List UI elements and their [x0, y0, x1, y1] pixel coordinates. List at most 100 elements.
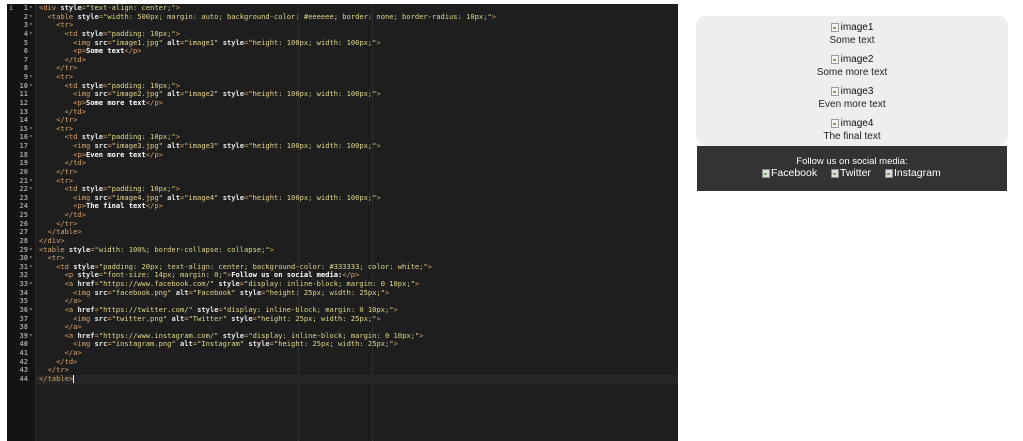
code-line[interactable]: 40 <img src="instagram.png" alt="Instagr…	[19, 339, 678, 349]
code-token: "facebook.png"	[111, 287, 172, 297]
code-token: >	[385, 287, 390, 297]
code-line[interactable]: 41 </a>	[19, 348, 678, 358]
line-number: 44	[19, 373, 28, 383]
item-caption: Some text	[829, 35, 875, 46]
code-token: style	[222, 192, 245, 202]
instagram-alt-text: Instagram	[894, 167, 941, 179]
fold-arrow-icon[interactable]: ▾	[29, 185, 35, 194]
code-token: "image1"	[184, 37, 219, 47]
instagram-link[interactable]: Instagram	[885, 167, 941, 179]
rendered-preview: image1 Some text image2 Some more text i…	[696, 16, 1008, 191]
facebook-link[interactable]: Facebook	[762, 167, 817, 179]
fold-arrow-icon[interactable]: ▾	[29, 82, 35, 91]
code-token: >	[427, 261, 432, 271]
code-line[interactable]: 44 </table>	[19, 373, 678, 384]
code-token: alt	[179, 339, 193, 349]
item-caption: The final text	[823, 131, 881, 142]
code-line[interactable]: 14 </tr>	[19, 115, 678, 125]
code-text: <img src="instagram.png" alt="Instagram"…	[36, 339, 398, 349]
code-line[interactable]: 8 </tr>	[24, 64, 678, 73]
code-token: Some more text	[85, 97, 146, 107]
code-line[interactable]: 27 </table>	[19, 227, 678, 237]
code-token: style	[248, 339, 270, 349]
code-token: "width: 100%; border-collapse: collapse;…	[94, 244, 270, 254]
code-token: </p>	[145, 97, 163, 107]
fold-arrow-icon[interactable]: ▾	[29, 4, 35, 13]
table-row-1: image1 Some text	[696, 22, 1008, 46]
code-line[interactable]: 13 </td>	[19, 107, 678, 117]
code-token: Some text	[85, 46, 125, 56]
code-token: "Instagram"	[197, 339, 245, 349]
fold-arrow-icon[interactable]: ▾	[29, 125, 35, 134]
code-text: <table style="width: 500px; margin: auto…	[36, 12, 496, 21]
code-token: </p>	[145, 149, 163, 159]
image-alt-text: image1	[840, 22, 874, 33]
code-token: >	[393, 304, 398, 314]
code-token: >	[376, 192, 381, 202]
code-line[interactable]: 12 <p>Some more text</p>	[19, 97, 678, 108]
code-line[interactable]: 26 </tr>	[19, 219, 678, 229]
fold-arrow-icon[interactable]: ▾	[29, 332, 35, 341]
social-footer: Follow us on social media: Facebook Twit…	[697, 146, 1007, 191]
code-line[interactable]: 2 ▾ <table style="width: 500px; margin: a…	[24, 12, 678, 22]
fold-arrow-icon[interactable]: ▾	[29, 263, 35, 272]
code-line[interactable]: 34 <img src="facebook.png" alt="Facebook…	[19, 287, 678, 298]
code-token: "width: 500px; margin: auto; background-…	[103, 11, 492, 21]
code-token: "height: 100px; width: 100px;"	[248, 141, 377, 150]
fold-arrow-icon[interactable]: ▾	[29, 73, 35, 82]
text-cursor	[73, 374, 75, 383]
code-token: "height: 25px; width: 25px;"	[265, 287, 386, 297]
info-marker-icon: i	[9, 4, 14, 12]
code-line[interactable]: 37 <img src="twitter.png" alt="Twitter" …	[19, 313, 678, 324]
code-token: "height: 100px; width: 100px;"	[248, 192, 377, 202]
code-token: alt	[167, 89, 180, 99]
item-caption: Even more text	[818, 99, 886, 110]
code-token: "height: 25px; width: 25px;"	[256, 313, 377, 323]
code-token: "height: 100px; width: 100px;"	[248, 37, 377, 47]
code-line[interactable]: 6 <p>Some text</p>	[24, 46, 678, 56]
code-area[interactable]: 1 i ▾ <div style="text-align: center;"> 2 ▾ <…	[9, 4, 678, 441]
code-token: >	[376, 89, 381, 99]
broken-image-icon	[830, 23, 839, 32]
code-token: >	[393, 339, 398, 349]
fold-arrow-icon[interactable]: ▾	[29, 177, 35, 186]
fold-arrow-icon[interactable]: ▾	[29, 280, 35, 289]
code-token: The final text	[85, 201, 146, 211]
image-placeholder: image1	[830, 22, 874, 33]
code-token: "Facebook"	[192, 287, 236, 297]
twitter-link[interactable]: Twitter	[831, 167, 871, 179]
code-token: >	[376, 37, 381, 47]
code-line[interactable]: 42 </td>	[19, 357, 678, 367]
code-line[interactable]: 18 <p>Even more text</p>	[19, 149, 678, 160]
code-line[interactable]: 25 </td>	[19, 210, 678, 220]
code-line[interactable]: 7 </td>	[24, 55, 678, 65]
code-line[interactable]: 29 ▾ <table style="width: 100%; border-col…	[19, 244, 678, 255]
table-row-4: image4 The final text	[696, 118, 1008, 142]
facebook-alt-text: Facebook	[771, 167, 818, 179]
code-token: src	[94, 287, 108, 297]
code-editor[interactable]: 1 i ▾ <div style="text-align: center;"> 2 ▾ <…	[7, 4, 678, 441]
code-token: alt	[175, 287, 189, 297]
fold-arrow-icon[interactable]: ▾	[29, 30, 35, 39]
fold-arrow-icon[interactable]: ▾	[29, 246, 35, 255]
image-alt-text: image2	[840, 54, 874, 65]
broken-image-icon	[830, 55, 839, 64]
code-token: alt	[167, 192, 180, 202]
table-row-2: image2 Some more text	[696, 54, 1008, 78]
item-caption: Some more text	[816, 67, 888, 78]
code-token: "height: 100px; width: 100px;"	[248, 89, 377, 99]
table-row-3: image3 Even more text	[696, 86, 1008, 110]
fold-arrow-icon[interactable]: ▾	[29, 13, 35, 22]
code-line[interactable]: 24 <p>The final text</p>	[19, 201, 678, 211]
fold-arrow-icon[interactable]: ▾	[29, 306, 35, 315]
fold-arrow-icon[interactable]: ▾	[29, 254, 35, 263]
code-line[interactable]: 20 </tr>	[19, 167, 678, 177]
fold-arrow-icon[interactable]: ▾	[29, 133, 35, 142]
fold-arrow-icon[interactable]: ▾	[29, 21, 35, 30]
code-line[interactable]: 43 </tr>	[19, 365, 678, 375]
code-token: alt	[171, 313, 185, 323]
code-token: </table>	[39, 373, 74, 383]
code-line[interactable]: 19 </td>	[19, 158, 678, 168]
broken-image-icon	[831, 168, 839, 178]
code-text: </table>	[36, 373, 75, 383]
